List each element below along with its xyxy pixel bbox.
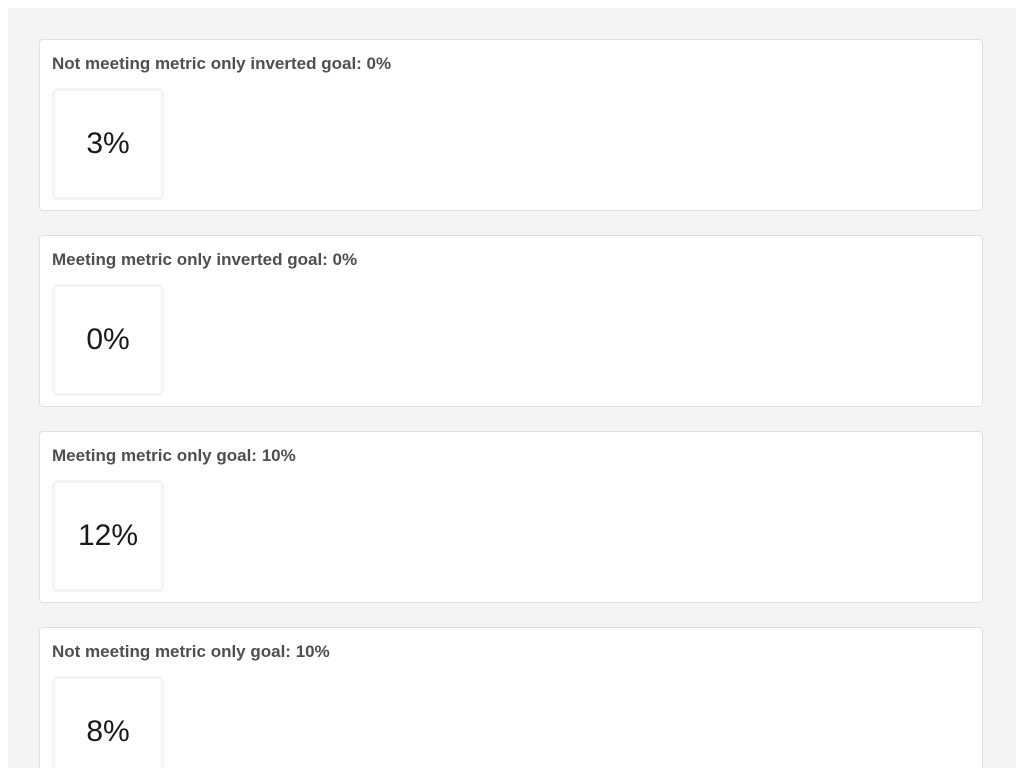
- metric-value-box: 0%: [52, 284, 164, 396]
- metric-card: Meeting metric only goal: 10% 12%: [39, 431, 983, 603]
- metric-value: 3%: [86, 127, 130, 160]
- metric-value: 0%: [86, 323, 130, 356]
- metric-card: Meeting metric only inverted goal: 0% 0%: [39, 235, 983, 407]
- metric-value-box: 12%: [52, 480, 164, 592]
- metric-value: 8%: [86, 715, 130, 748]
- metric-card: Not meeting metric only goal: 10% 8%: [39, 627, 983, 768]
- metric-value: 12%: [77, 519, 139, 552]
- card-title: Meeting metric only goal: 10%: [52, 446, 296, 465]
- metric-value-box: 3%: [52, 88, 164, 200]
- dashboard-canvas: Not meeting metric only inverted goal: 0…: [8, 8, 1016, 768]
- card-title: Not meeting metric only inverted goal: 0…: [52, 54, 392, 73]
- metric-card: Not meeting metric only inverted goal: 0…: [39, 39, 983, 211]
- card-title: Not meeting metric only goal: 10%: [52, 642, 330, 661]
- metric-value-box: 8%: [52, 676, 164, 768]
- card-title: Meeting metric only inverted goal: 0%: [52, 250, 358, 269]
